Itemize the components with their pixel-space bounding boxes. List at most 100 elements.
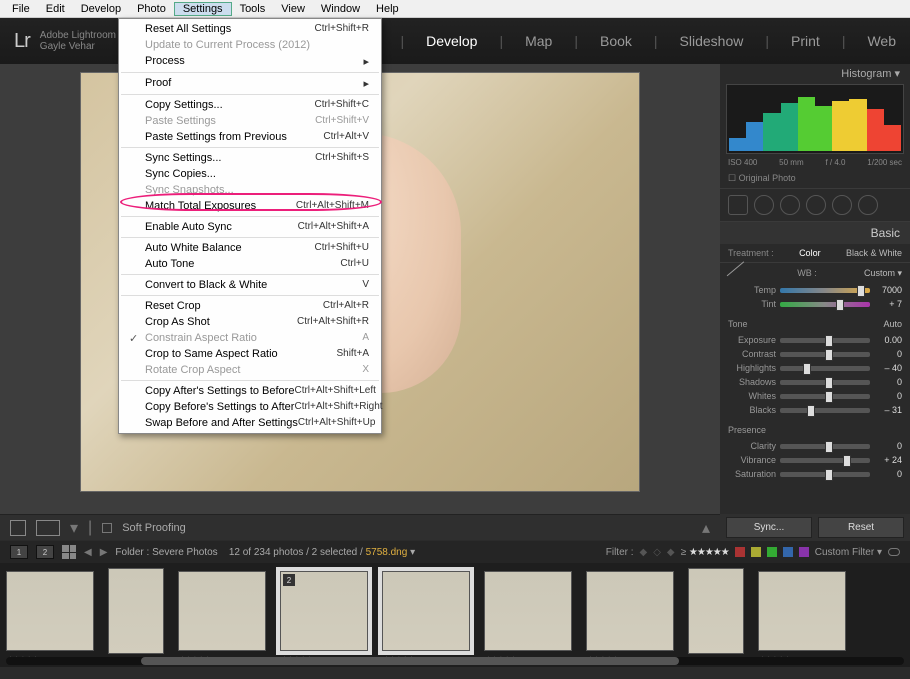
menu-help[interactable]: Help (368, 3, 407, 15)
module-slideshow[interactable]: Slideshow (680, 33, 744, 49)
label-yellow-icon[interactable] (751, 547, 761, 557)
filmstrip-thumb[interactable]: ★★★★★ (484, 571, 572, 651)
menu-item[interactable]: Convert to Black & WhiteV (119, 277, 381, 293)
slider-tint[interactable]: Tint+ 7 (720, 297, 910, 311)
grad-filter-icon[interactable] (806, 195, 826, 215)
sync-button[interactable]: Sync... (726, 517, 812, 538)
radial-filter-icon[interactable] (832, 195, 852, 215)
menu-item[interactable]: Sync Copies... (119, 166, 381, 182)
histogram-readout: ISO 40050 mmf / 4.01/200 sec (720, 156, 910, 169)
breadcrumb[interactable]: Folder : Severe Photos 12 of 234 photos … (115, 547, 415, 558)
module-picker: Library| Develop| Map| Book| Slideshow| … (336, 33, 896, 49)
label-green-icon[interactable] (767, 547, 777, 557)
rating-filter[interactable]: ≥ ★★★★★ (681, 547, 729, 558)
filmstrip[interactable]: ★★★★★★★★★★★★★★★2★★★★★★★★★★★★★★★★★★★★★★★★… (0, 563, 910, 667)
develop-right-panel: Histogram ▾ ISO 40050 mmf / 4.01/200 sec… (720, 64, 910, 514)
next-photo-icon[interactable]: ▶ (100, 547, 108, 558)
toolbar-collapse-icon[interactable]: ▴ (702, 518, 710, 538)
menu-item[interactable]: Swap Before and After SettingsCtrl+Alt+S… (119, 415, 381, 431)
auto-tone-button[interactable]: Auto (883, 319, 902, 329)
second-display-1[interactable]: 1 (10, 545, 28, 559)
module-develop[interactable]: Develop (426, 33, 477, 49)
menu-item[interactable]: Proof (119, 75, 381, 92)
crop-tool-icon[interactable] (728, 195, 748, 215)
menu-item[interactable]: Copy Settings...Ctrl+Shift+C (119, 97, 381, 113)
filter-lock-icon[interactable] (888, 548, 900, 556)
wb-dropdown[interactable]: Custom ▾ (864, 268, 902, 279)
menu-item: Update to Current Process (2012) (119, 37, 381, 53)
menu-item[interactable]: Auto ToneCtrl+U (119, 256, 381, 272)
flag-rejected-icon[interactable]: ◆ (667, 547, 675, 558)
slider-contrast[interactable]: Contrast0 (720, 347, 910, 361)
filmstrip-thumb[interactable]: ★★★★★ (586, 571, 674, 651)
prev-photo-icon[interactable]: ◀ (84, 547, 92, 558)
slider-saturation[interactable]: Saturation0 (720, 467, 910, 481)
module-map[interactable]: Map (525, 33, 552, 49)
menu-item[interactable]: Match Total ExposuresCtrl+Alt+Shift+M (119, 198, 381, 214)
filmstrip-thumb[interactable]: ★★★★★ (108, 568, 164, 654)
slider-clarity[interactable]: Clarity0 (720, 439, 910, 453)
filmstrip-thumb[interactable]: ★★★★★ (758, 571, 846, 651)
basic-panel-header[interactable]: Basic (720, 222, 910, 244)
menu-item[interactable]: Crop As ShotCtrl+Alt+Shift+R (119, 314, 381, 330)
before-after-icon[interactable] (36, 520, 60, 536)
filmstrip-header: 1 2 ◀ ▶ Folder : Severe Photos 12 of 234… (0, 541, 910, 563)
softproof-checkbox[interactable] (102, 523, 112, 533)
menu-window[interactable]: Window (313, 3, 368, 15)
slider-vibrance[interactable]: Vibrance+ 24 (720, 453, 910, 467)
menu-item[interactable]: Process (119, 53, 381, 70)
filter-preset-dropdown[interactable]: Custom Filter ▾ (815, 547, 882, 558)
menu-tools[interactable]: Tools (232, 3, 274, 15)
slider-blacks[interactable]: Blacks– 31 (720, 403, 910, 417)
slider-whites[interactable]: Whites0 (720, 389, 910, 403)
menu-item[interactable]: Copy Before's Settings to AfterCtrl+Alt+… (119, 399, 381, 415)
histogram[interactable] (726, 84, 904, 154)
module-book[interactable]: Book (600, 33, 632, 49)
adjust-brush-icon[interactable] (858, 195, 878, 215)
menu-item[interactable]: Sync Settings...Ctrl+Shift+S (119, 150, 381, 166)
label-blue-icon[interactable] (783, 547, 793, 557)
grid-view-icon[interactable] (62, 545, 76, 559)
menu-view[interactable]: View (273, 3, 313, 15)
menu-item[interactable]: Reset All SettingsCtrl+Shift+R (119, 21, 381, 37)
menu-edit[interactable]: Edit (38, 3, 73, 15)
menu-settings[interactable]: Settings (174, 2, 232, 16)
menu-item[interactable]: Enable Auto SyncCtrl+Alt+Shift+A (119, 219, 381, 235)
filmstrip-thumb[interactable]: 2★★★★★ (280, 571, 368, 651)
menu-item[interactable]: Crop to Same Aspect RatioShift+A (119, 346, 381, 362)
filmstrip-thumb[interactable]: ★★★★★ (178, 571, 266, 651)
slider-highlights[interactable]: Highlights– 40 (720, 361, 910, 375)
filmstrip-thumb[interactable]: ★★★★★ (688, 568, 744, 654)
histogram-header[interactable]: Histogram ▾ (720, 64, 910, 82)
reset-button[interactable]: Reset (818, 517, 904, 538)
redeye-tool-icon[interactable] (780, 195, 800, 215)
menu-photo[interactable]: Photo (129, 3, 174, 15)
filmstrip-scrollbar[interactable] (6, 657, 904, 665)
slider-exposure[interactable]: Exposure0.00 (720, 333, 910, 347)
label-purple-icon[interactable] (799, 547, 809, 557)
menu-file[interactable]: File (4, 3, 38, 15)
treatment-bw[interactable]: Black & White (846, 248, 902, 258)
loupe-view-icon[interactable] (10, 520, 26, 536)
spot-removal-icon[interactable] (754, 195, 774, 215)
slider-temp[interactable]: Temp7000 (720, 283, 910, 297)
filmstrip-thumb[interactable]: ★★★★★ (382, 571, 470, 651)
module-print[interactable]: Print (791, 33, 820, 49)
menu-item[interactable]: Paste Settings from PreviousCtrl+Alt+V (119, 129, 381, 145)
flag-picked-icon[interactable]: ◆ (640, 547, 648, 558)
menu-item[interactable]: Copy After's Settings to BeforeCtrl+Alt+… (119, 383, 381, 399)
slider-shadows[interactable]: Shadows0 (720, 375, 910, 389)
filmstrip-thumb[interactable]: ★★★★★ (6, 571, 94, 651)
original-photo-checkbox[interactable]: ☐ Original Photo (720, 169, 910, 188)
menu-item[interactable]: Auto White BalanceCtrl+Shift+U (119, 240, 381, 256)
treatment-color[interactable]: Color (799, 248, 821, 258)
eyedropper-icon[interactable] (727, 261, 752, 284)
label-red-icon[interactable] (735, 547, 745, 557)
user-name: Gayle Vehar (40, 41, 125, 52)
soft-proofing-label: Soft Proofing (122, 522, 186, 534)
second-display-2[interactable]: 2 (36, 545, 54, 559)
flag-unflagged-icon[interactable]: ◇ (653, 547, 661, 558)
menu-develop[interactable]: Develop (73, 3, 129, 15)
menu-item[interactable]: Reset CropCtrl+Alt+R (119, 298, 381, 314)
module-web[interactable]: Web (867, 33, 896, 49)
